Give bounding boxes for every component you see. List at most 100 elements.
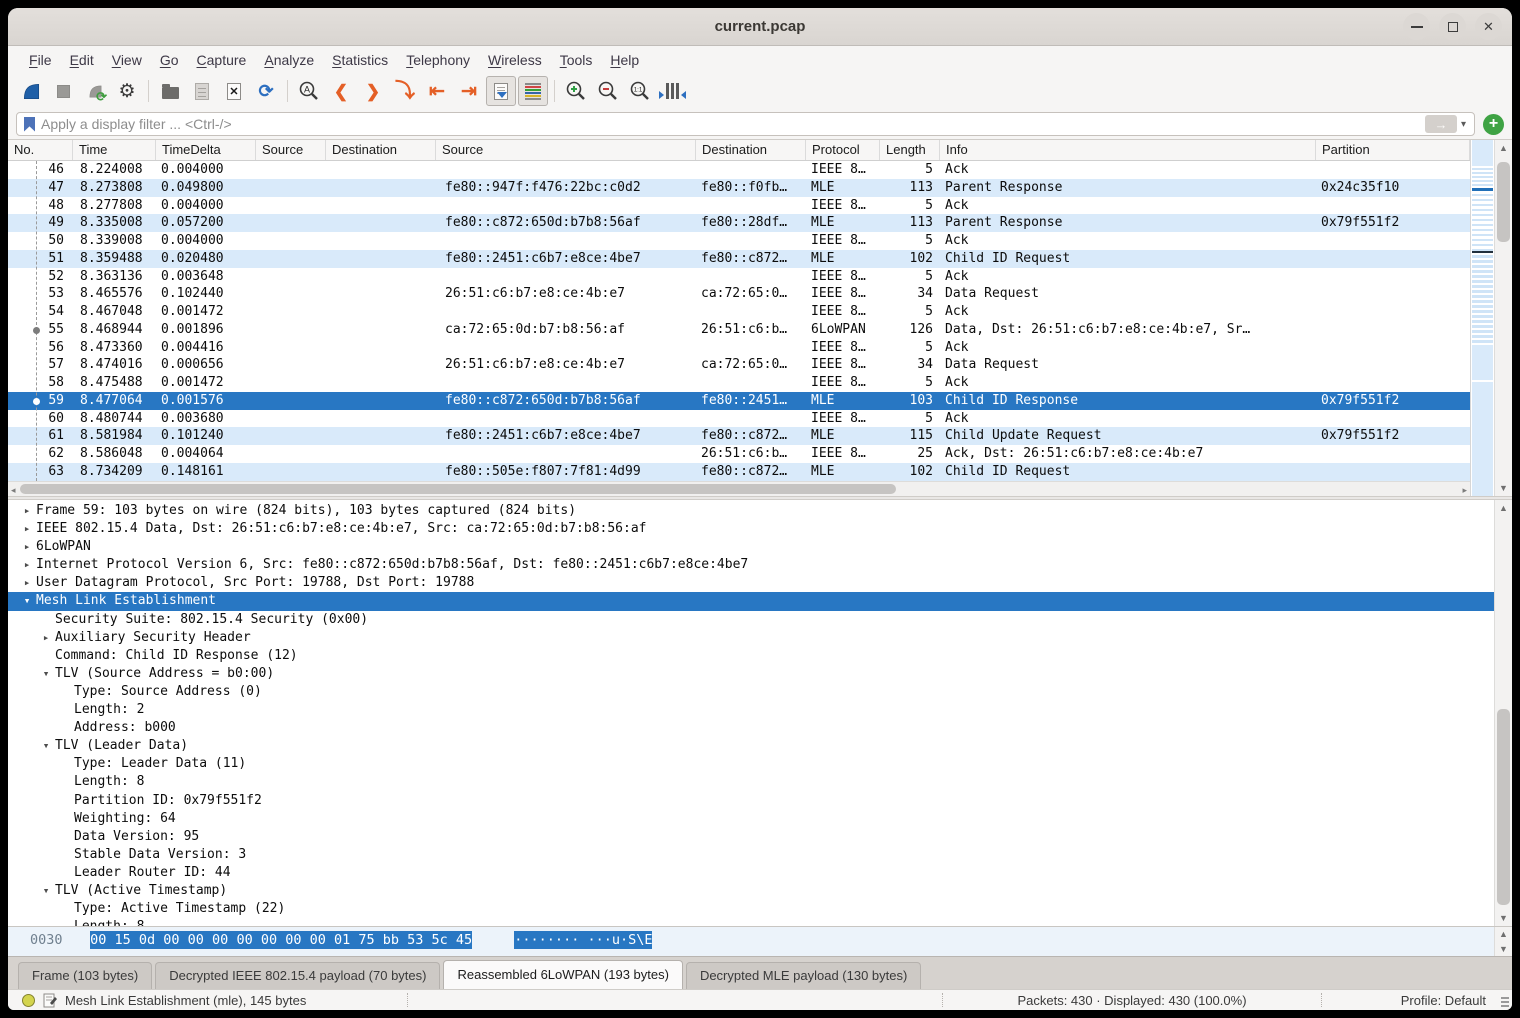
packet-row-49[interactable]: 498.3350080.057200fe80::c872:650d:b7b8:5… bbox=[8, 214, 1470, 232]
first-packet-button[interactable]: ⇤ bbox=[422, 76, 452, 106]
packet-row-50[interactable]: 508.3390080.004000IEEE 8…5Ack bbox=[8, 232, 1470, 250]
detail-line[interactable]: ▸User Datagram Protocol, Src Port: 19788… bbox=[8, 574, 1494, 592]
detail-line[interactable]: Command: Child ID Response (12) bbox=[8, 647, 1494, 665]
menu-edit[interactable]: Edit bbox=[61, 50, 103, 70]
menu-wireless[interactable]: Wireless bbox=[479, 50, 551, 70]
resize-columns-button[interactable] bbox=[657, 76, 687, 106]
packet-row-51[interactable]: 518.3594880.020480fe80::2451:c6b7:e8ce:4… bbox=[8, 250, 1470, 268]
detail-line[interactable]: ▾TLV (Source Address = b0:00) bbox=[8, 665, 1494, 683]
expander-closed-icon[interactable]: ▸ bbox=[18, 502, 36, 520]
packet-row-62[interactable]: 628.5860480.00406426:51:c6:b…IEEE 8…25Ac… bbox=[8, 445, 1470, 463]
detail-line[interactable]: Type: Active Timestamp (22) bbox=[8, 900, 1494, 918]
detail-line[interactable]: Length: 2 bbox=[8, 701, 1494, 719]
menu-analyze[interactable]: Analyze bbox=[255, 50, 323, 70]
detail-line[interactable]: Data Version: 95 bbox=[8, 828, 1494, 846]
menu-telephony[interactable]: Telephony bbox=[397, 50, 479, 70]
detail-line[interactable]: Stable Data Version: 3 bbox=[8, 846, 1494, 864]
packet-list-vscrollbar[interactable]: ▲ ▼ bbox=[1494, 140, 1512, 496]
stop-capture-button[interactable] bbox=[48, 76, 78, 106]
capture-options-button[interactable]: ⚙ bbox=[112, 76, 142, 106]
byte-view-tab[interactable]: Frame (103 bytes) bbox=[18, 962, 152, 989]
expander-closed-icon[interactable]: ▸ bbox=[18, 520, 36, 538]
close-button[interactable]: ✕ bbox=[1475, 13, 1502, 40]
detail-line[interactable]: Address: b000 bbox=[8, 719, 1494, 737]
detail-line[interactable]: ▸6LoWPAN bbox=[8, 538, 1494, 556]
packet-row-58[interactable]: 588.4754880.001472IEEE 8…5Ack bbox=[8, 374, 1470, 392]
packet-row-56[interactable]: 568.4733600.004416IEEE 8…5Ack bbox=[8, 339, 1470, 357]
auto-scroll-button[interactable] bbox=[486, 76, 516, 106]
hex-vscrollbar[interactable]: ▲ ▼ bbox=[1494, 927, 1512, 956]
column-header-protocol[interactable]: Protocol bbox=[806, 140, 880, 160]
packet-row-55[interactable]: 558.4689440.001896ca:72:65:0d:b7:b8:56:a… bbox=[8, 321, 1470, 339]
detail-line[interactable]: Leader Router ID: 44 bbox=[8, 864, 1494, 882]
goto-packet-button[interactable]: ⤵ bbox=[390, 76, 420, 106]
expander-open-icon[interactable]: ▾ bbox=[37, 737, 55, 755]
next-packet-button[interactable]: ❯ bbox=[358, 76, 388, 106]
close-file-button[interactable]: ✕ bbox=[219, 76, 249, 106]
zoom-in-button[interactable] bbox=[561, 76, 591, 106]
expert-info-icon[interactable] bbox=[22, 994, 35, 1007]
byte-view-tab[interactable]: Decrypted MLE payload (130 bytes) bbox=[686, 962, 921, 989]
packet-row-52[interactable]: 528.3631360.003648IEEE 8…5Ack bbox=[8, 268, 1470, 286]
packet-row-63[interactable]: 638.7342090.148161fe80::505e:f807:7f81:4… bbox=[8, 463, 1470, 481]
expander-open-icon[interactable]: ▾ bbox=[18, 592, 36, 610]
packet-row-47[interactable]: 478.2738080.049800fe80::947f:f476:22bc:c… bbox=[8, 179, 1470, 197]
colorize-button[interactable] bbox=[518, 76, 548, 106]
vscroll-down-arrow-icon[interactable]: ▼ bbox=[1495, 483, 1512, 493]
menu-file[interactable]: File bbox=[20, 50, 61, 70]
zoom-out-button[interactable] bbox=[593, 76, 623, 106]
reload-file-button[interactable]: ⟳ bbox=[251, 76, 281, 106]
expander-closed-icon[interactable]: ▸ bbox=[18, 538, 36, 556]
packet-list-minimap[interactable] bbox=[1470, 140, 1494, 496]
vscroll-thumb[interactable] bbox=[1497, 162, 1510, 242]
hscroll-right-arrow-icon[interactable]: ▸ bbox=[1462, 485, 1467, 496]
column-header-info[interactable]: Info bbox=[940, 140, 1316, 160]
detail-line[interactable]: Partition ID: 0x79f551f2 bbox=[8, 792, 1494, 810]
packet-row-54[interactable]: 548.4670480.001472IEEE 8…5Ack bbox=[8, 303, 1470, 321]
vscroll-up-arrow-icon[interactable]: ▲ bbox=[1495, 929, 1512, 939]
column-header-no-[interactable]: No. bbox=[8, 140, 73, 160]
find-packet-button[interactable]: A bbox=[294, 76, 324, 106]
display-filter-input[interactable] bbox=[41, 116, 1425, 132]
column-header-partition[interactable]: Partition bbox=[1316, 140, 1470, 160]
resize-grip[interactable] bbox=[1501, 997, 1509, 1007]
add-filter-button[interactable]: + bbox=[1483, 114, 1504, 135]
vscroll-down-arrow-icon[interactable]: ▼ bbox=[1495, 944, 1512, 954]
status-profile[interactable]: Profile: Default bbox=[1322, 993, 1512, 1008]
column-header-destination[interactable]: Destination bbox=[326, 140, 436, 160]
vscroll-up-arrow-icon[interactable]: ▲ bbox=[1495, 503, 1512, 513]
expander-open-icon[interactable]: ▾ bbox=[37, 882, 55, 900]
column-header-destination[interactable]: Destination bbox=[696, 140, 806, 160]
expander-closed-icon[interactable]: ▸ bbox=[18, 556, 36, 574]
minimize-button[interactable] bbox=[1403, 13, 1430, 40]
menu-view[interactable]: View bbox=[103, 50, 151, 70]
packet-list-hscrollbar[interactable]: ◂ ▸ bbox=[8, 481, 1470, 496]
detail-vscrollbar[interactable]: ▲ ▼ bbox=[1494, 500, 1512, 926]
start-capture-button[interactable] bbox=[16, 76, 46, 106]
detail-line[interactable]: ▸Frame 59: 103 bytes on wire (824 bits),… bbox=[8, 502, 1494, 520]
packet-row-59[interactable]: 598.4770640.001576fe80::c872:650d:b7b8:5… bbox=[8, 392, 1470, 410]
detail-line[interactable]: ▸Auxiliary Security Header bbox=[8, 629, 1494, 647]
detail-line[interactable]: Type: Leader Data (11) bbox=[8, 755, 1494, 773]
bookmark-icon[interactable] bbox=[24, 117, 35, 132]
packet-row-53[interactable]: 538.4655760.10244026:51:c6:b7:e8:ce:4b:e… bbox=[8, 285, 1470, 303]
column-header-timedelta[interactable]: TimeDelta bbox=[156, 140, 256, 160]
packet-row-60[interactable]: 608.4807440.003680IEEE 8…5Ack bbox=[8, 410, 1470, 428]
detail-line[interactable]: ▾TLV (Active Timestamp) bbox=[8, 882, 1494, 900]
hscroll-left-arrow-icon[interactable]: ◂ bbox=[11, 485, 16, 496]
maximize-button[interactable] bbox=[1439, 13, 1466, 40]
byte-view-tab-active[interactable]: Reassembled 6LoWPAN (193 bytes) bbox=[443, 960, 682, 989]
expander-closed-icon[interactable]: ▸ bbox=[18, 574, 36, 592]
expander-closed-icon[interactable]: ▸ bbox=[37, 629, 55, 647]
detail-line[interactable]: ▸IEEE 802.15.4 Data, Dst: 26:51:c6:b7:e8… bbox=[8, 520, 1494, 538]
detail-line[interactable]: ▾Mesh Link Establishment bbox=[8, 592, 1494, 610]
hex-row[interactable]: 0030 00 15 0d 00 00 00 00 00 00 00 01 75… bbox=[8, 927, 1494, 956]
detail-line[interactable]: Length: 8 bbox=[8, 918, 1494, 926]
zoom-original-button[interactable]: 1:1 bbox=[625, 76, 655, 106]
open-file-button[interactable] bbox=[155, 76, 185, 106]
hscroll-thumb[interactable] bbox=[20, 484, 896, 494]
apply-filter-button[interactable]: → bbox=[1425, 115, 1457, 133]
menu-tools[interactable]: Tools bbox=[551, 50, 602, 70]
detail-line[interactable]: ▸Internet Protocol Version 6, Src: fe80:… bbox=[8, 556, 1494, 574]
last-packet-button[interactable]: ⇥ bbox=[454, 76, 484, 106]
